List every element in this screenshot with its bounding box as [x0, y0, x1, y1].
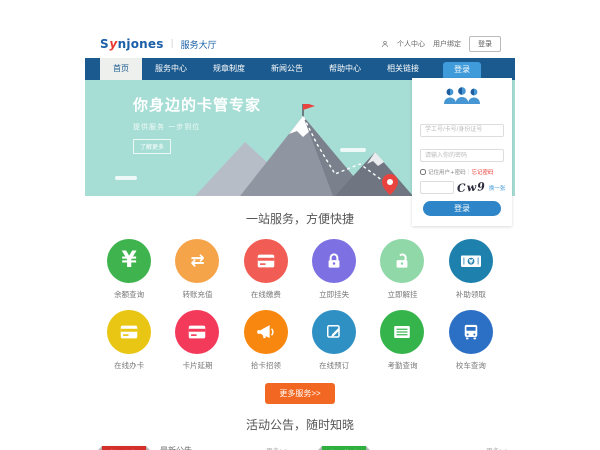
- service-label: 补助领取: [437, 289, 505, 300]
- remember-label: 记住用户+密码: [428, 168, 466, 176]
- captcha-image[interactable]: Cw9: [457, 180, 487, 195]
- remember-row: 记住用户+密码 | 忘记密码: [420, 168, 504, 176]
- page-canvas: Synjones | 服务大厅 个人中心 用户绑定 登录 首页服务中心规章制度新…: [0, 0, 600, 450]
- logo-text: S: [100, 37, 109, 51]
- logo-accent: y: [109, 37, 117, 51]
- lock-icon: [312, 239, 356, 283]
- service-label: 余额查询: [95, 289, 163, 300]
- captcha-row: Cw9 换一张: [420, 181, 504, 194]
- service-item-0[interactable]: ¥ 余额查询: [95, 239, 163, 300]
- nav-item-2[interactable]: 规章制度: [200, 58, 258, 80]
- announcement-panel-left: 使用须知 最新公告 更多>>: [86, 443, 294, 450]
- bus-icon: [449, 310, 493, 354]
- service-label: 在线预订: [300, 360, 368, 371]
- left-more-link[interactable]: 更多>>: [266, 442, 290, 450]
- user-binding-link[interactable]: 用户绑定: [433, 39, 461, 49]
- service-label: 卡片延期: [163, 360, 231, 371]
- login-panel: 登录: [412, 62, 512, 226]
- transfer-icon: ⇄: [175, 239, 219, 283]
- latest-announcements-tab[interactable]: 最新公告: [160, 442, 192, 450]
- login-tab[interactable]: 登录: [443, 62, 481, 78]
- login-submit-button[interactable]: 登录: [423, 201, 501, 216]
- service-label: 在线办卡: [95, 360, 163, 371]
- site-header: Synjones | 服务大厅 个人中心 用户绑定 登录: [85, 30, 515, 58]
- service-label: 转账充值: [163, 289, 231, 300]
- header-login-button[interactable]: 登录: [469, 36, 501, 52]
- svg-text:¥: ¥: [469, 258, 474, 266]
- users-icon: [420, 86, 504, 110]
- cloud: [115, 176, 137, 180]
- service-item-4[interactable]: 立即解挂: [368, 239, 436, 300]
- megaphone-icon: [244, 310, 288, 354]
- usage-guide-ribbon[interactable]: 使用指南: [322, 446, 366, 450]
- usage-notice-ribbon[interactable]: 使用须知: [102, 446, 146, 450]
- announcement-panels: 使用须知 最新公告 更多>> 使用指南 更多>>: [85, 443, 515, 450]
- divider: |: [468, 169, 470, 175]
- more-services-button[interactable]: 更多服务>>: [265, 383, 334, 404]
- right-tabbar: 使用指南 更多>>: [306, 443, 514, 450]
- logo-divider: |: [171, 39, 174, 49]
- portal-page: Synjones | 服务大厅 个人中心 用户绑定 登录 首页服务中心规章制度新…: [85, 30, 515, 450]
- service-label: 立即解挂: [368, 289, 436, 300]
- banknote-icon: ¥: [449, 239, 493, 283]
- card-icon: [175, 310, 219, 354]
- login-form: 记住用户+密码 | 忘记密码 Cw9 换一张 登录: [412, 78, 512, 226]
- announcement-panel-right: 使用指南 更多>>: [306, 443, 514, 450]
- list-icon: [380, 310, 424, 354]
- captcha-input[interactable]: [420, 181, 454, 194]
- card-icon: [244, 239, 288, 283]
- service-label: 在线缴费: [232, 289, 300, 300]
- service-item-9[interactable]: 在线预订: [300, 310, 368, 371]
- service-item-6[interactable]: 在线办卡: [95, 310, 163, 371]
- announcements-section: 活动公告，随时知晓 使用须知 最新公告 更多>> 使用指南 更多>>: [85, 404, 515, 450]
- site-name: 服务大厅: [181, 38, 217, 51]
- service-label: 考勤查询: [368, 360, 436, 371]
- logo-text-2: njones: [118, 37, 164, 51]
- service-item-1[interactable]: ⇄ 转账充值: [163, 239, 231, 300]
- service-item-3[interactable]: 立即挂失: [300, 239, 368, 300]
- username-input[interactable]: [420, 124, 504, 137]
- service-grid: ¥ 余额查询 ⇄ 转账充值在线缴费立即挂失立即解挂 ¥ 补助领取在线办卡卡片延期拾卡招领在…: [85, 227, 515, 371]
- logo[interactable]: Synjones | 服务大厅: [100, 37, 217, 51]
- edit-icon: [312, 310, 356, 354]
- nav-item-1[interactable]: 服务中心: [142, 58, 200, 80]
- announcements-title: 活动公告，随时知晓: [85, 416, 515, 433]
- service-item-11[interactable]: 校车查询: [437, 310, 505, 371]
- header-links: 个人中心 用户绑定 登录: [381, 36, 501, 52]
- nav-item-4[interactable]: 帮助中心: [316, 58, 374, 80]
- nav-item-0[interactable]: 首页: [100, 58, 142, 80]
- hero-subtitle: 提供服务 一步到位: [133, 122, 261, 132]
- service-item-7[interactable]: 卡片延期: [163, 310, 231, 371]
- unlock-icon: [380, 239, 424, 283]
- password-input[interactable]: [420, 149, 504, 162]
- card-icon: [107, 310, 151, 354]
- service-label: 拾卡招领: [232, 360, 300, 371]
- hero-text: 你身边的卡管专家 提供服务 一步到位 了解更多: [133, 94, 261, 154]
- service-item-2[interactable]: 在线缴费: [232, 239, 300, 300]
- personal-center-link[interactable]: 个人中心: [397, 39, 425, 49]
- service-item-8[interactable]: 拾卡招领: [232, 310, 300, 371]
- services-section: 一站服务，方便快捷 ¥余额查询⇄转账充值在线缴费立即挂失立即解挂¥补助领取在线办…: [85, 196, 515, 404]
- right-more-link[interactable]: 更多>>: [486, 442, 510, 450]
- user-icon: [381, 40, 389, 48]
- left-tabbar: 使用须知 最新公告 更多>>: [86, 443, 294, 450]
- captcha-refresh-link[interactable]: 换一张: [489, 184, 506, 192]
- service-label: 校车查询: [437, 360, 505, 371]
- service-item-5[interactable]: ¥ 补助领取: [437, 239, 505, 300]
- service-item-10[interactable]: 考勤查询: [368, 310, 436, 371]
- service-label: 立即挂失: [300, 289, 368, 300]
- yen-icon: ¥: [107, 239, 151, 283]
- nav-item-3[interactable]: 新闻公告: [258, 58, 316, 80]
- forgot-password-link[interactable]: 忘记密码: [471, 168, 493, 176]
- hero-title: 你身边的卡管专家: [133, 94, 261, 115]
- remember-checkbox[interactable]: [420, 169, 426, 175]
- hero-cta-button[interactable]: 了解更多: [133, 139, 171, 154]
